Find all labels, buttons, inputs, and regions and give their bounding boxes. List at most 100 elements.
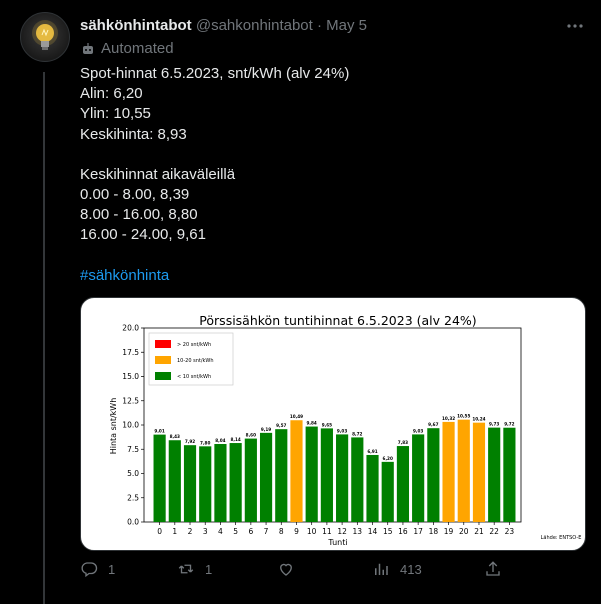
tweet-line: Ylin: 10,55 — [80, 105, 151, 123]
tweet-text: Spot-hinnat 6.5.2023, snt/kWh (alv 24%) … — [80, 64, 570, 286]
bar-value-label: 7,80 — [200, 440, 210, 445]
y-tick-label: 7.5 — [127, 445, 139, 454]
legend-swatch — [155, 372, 171, 380]
chart-bar — [305, 426, 318, 522]
x-tick-label: 14 — [368, 527, 378, 536]
views-button[interactable]: 413 — [372, 560, 422, 578]
bar-value-label: 10,49 — [290, 414, 303, 419]
legend-swatch — [155, 356, 171, 364]
retweet-count: 1 — [205, 561, 213, 577]
x-tick-label: 20 — [459, 527, 469, 536]
bar-value-label: 9,03 — [337, 428, 347, 433]
chart-bar — [396, 446, 410, 522]
share-icon — [486, 561, 500, 576]
chart-title: Pörssisähkön tuntihinnat 6.5.2023 (alv 2… — [199, 313, 476, 328]
share-button[interactable] — [484, 560, 502, 578]
tweet-line — [80, 145, 570, 165]
y-tick-label: 2.5 — [127, 493, 139, 502]
x-tick-label: 18 — [429, 527, 439, 536]
legend-label: < 10 snt/kWh — [177, 374, 211, 380]
chart-bar — [412, 434, 425, 522]
like-button[interactable] — [277, 560, 305, 578]
hashtag-link[interactable]: #sähkönhinta — [80, 266, 570, 286]
automated-badge: Automated — [81, 40, 174, 57]
bar-value-label: 10,55 — [457, 414, 470, 419]
legend-label: 10-20 snt/kWh — [177, 358, 214, 364]
x-tick-label: 13 — [353, 527, 363, 536]
chart-image[interactable]: Pörssisähkön tuntihinnat 6.5.2023 (alv 2… — [80, 297, 586, 551]
chart-bar — [366, 454, 379, 522]
x-tick-label: 3 — [203, 527, 208, 536]
bar-value-label: 7,92 — [185, 439, 195, 444]
chart-bar — [336, 434, 349, 522]
bar-value-label: 9,65 — [322, 422, 332, 427]
more-icon[interactable] — [565, 16, 585, 41]
y-tick-label: 10.0 — [122, 421, 139, 430]
display-name[interactable]: sähkönhintabot — [80, 17, 192, 34]
chart-bar — [199, 446, 212, 522]
bar-value-label: 9,19 — [261, 427, 271, 432]
reply-button[interactable]: 1 — [80, 560, 115, 578]
plot-area: 0.0 2.5 5.0 7.5 10.0 12.5 15.0 17.5 20.0 9,01 0 8,4… — [122, 324, 522, 536]
chart-bar — [442, 421, 455, 522]
x-tick-label: 4 — [218, 527, 223, 536]
thread-line — [43, 72, 45, 604]
y-tick-label: 5.0 — [127, 469, 139, 478]
avatar[interactable] — [20, 12, 70, 62]
tweet-header: sähkönhintabot @sahkonhintabot · May 5 — [80, 16, 367, 36]
tweet-line — [80, 246, 570, 266]
chart-bar — [214, 444, 227, 522]
x-tick-label: 10 — [307, 527, 317, 536]
reply-icon — [81, 562, 98, 578]
views-icon — [375, 563, 388, 575]
tweet-line: Spot-hinnat 6.5.2023, snt/kWh (alv 24%) — [80, 65, 350, 82]
tweet-date[interactable]: May 5 — [326, 17, 367, 34]
tweet-line: 0.00 - 8.00, 8,39 — [80, 186, 190, 204]
bar-value-label: 9,73 — [489, 422, 499, 427]
legend-swatch — [155, 340, 171, 348]
chart-bar — [472, 422, 486, 522]
tweet-line: Keskihinnat aikaväleillä — [80, 165, 236, 183]
y-tick-label: 15.0 — [122, 372, 139, 381]
chart-bar — [168, 440, 181, 522]
tweet-line: 8.00 - 16.00, 8,80 — [80, 206, 198, 224]
y-tick-label: 17.5 — [122, 348, 139, 357]
x-tick-label: 2 — [188, 527, 193, 536]
x-tick-label: 12 — [337, 527, 347, 536]
reply-count: 1 — [108, 561, 116, 577]
x-tick-label: 17 — [413, 527, 423, 536]
heart-icon — [280, 563, 292, 576]
x-tick-label: 1 — [172, 527, 177, 536]
y-tick-label: 0.0 — [127, 518, 139, 527]
bar-value-label: 9,67 — [428, 422, 438, 427]
automated-label: Automated — [101, 40, 174, 57]
retweet-icon — [178, 564, 194, 574]
chart-bar — [229, 443, 242, 522]
x-tick-label: 19 — [444, 527, 454, 536]
chart-bar — [183, 445, 197, 522]
bar-value-label: 8,43 — [170, 434, 180, 439]
chart-bar — [351, 437, 364, 522]
x-tick-label: 16 — [398, 527, 408, 536]
x-tick-label: 5 — [233, 527, 238, 536]
x-tick-label: 8 — [279, 527, 284, 536]
x-tick-label: 7 — [264, 527, 269, 536]
x-tick-label: 0 — [157, 527, 162, 536]
bar-value-label: 10,24 — [472, 417, 485, 422]
chart-bar — [457, 419, 470, 522]
chart-bar — [259, 432, 273, 522]
source-note: Lähde: ENTSO-E — [541, 535, 582, 541]
handle[interactable]: @sahkonhintabot — [196, 17, 313, 34]
chart-bar — [381, 461, 394, 522]
y-tick-label: 12.5 — [122, 396, 139, 405]
y-tick-label: 20.0 — [122, 324, 139, 333]
lightbulb-icon — [32, 20, 58, 50]
bar-value-label: 8,04 — [215, 438, 225, 443]
bar-value-label: 9,57 — [276, 423, 286, 428]
chart-bar — [153, 434, 166, 522]
chart-bar — [290, 420, 303, 522]
x-tick-label: 21 — [474, 527, 484, 536]
bar-value-label: 6,91 — [367, 449, 377, 454]
bar-value-label: 10,32 — [442, 416, 455, 421]
retweet-button[interactable]: 1 — [177, 560, 212, 578]
